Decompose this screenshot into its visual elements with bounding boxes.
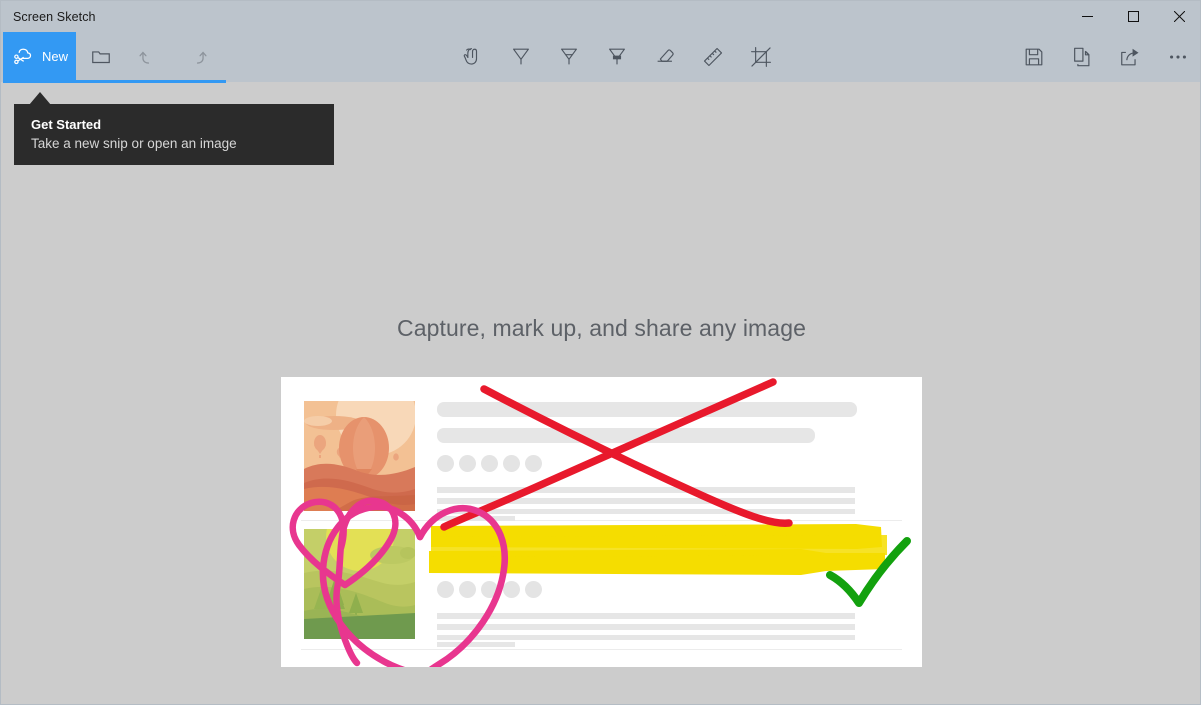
- get-started-callout[interactable]: Get Started Take a new snip or open an i…: [14, 104, 334, 165]
- open-file-icon: [92, 50, 110, 63]
- maximize-button[interactable]: [1110, 1, 1156, 32]
- ruler-icon: [703, 47, 723, 66]
- window-controls: [1064, 1, 1200, 32]
- ballpoint-pen-icon: [513, 48, 529, 64]
- share-button[interactable]: [1106, 32, 1154, 81]
- placeholder-line: [437, 624, 855, 630]
- placeholder-bar: [437, 402, 857, 417]
- placeholder-line: [437, 509, 855, 514]
- copy-button[interactable]: [1058, 32, 1106, 81]
- crop-icon: [751, 46, 771, 67]
- placeholder-dot: [525, 581, 542, 598]
- callout-title: Get Started: [31, 117, 102, 132]
- new-button[interactable]: New: [3, 32, 76, 81]
- touch-writing-icon: [463, 47, 478, 65]
- screen-sketch-window: Screen Sketch New Get Started Take a new…: [0, 0, 1201, 705]
- placeholder-bar: [437, 555, 815, 570]
- more-icon: [1170, 54, 1186, 59]
- undo-icon: [139, 51, 150, 64]
- green-hills-thumbnail: [304, 529, 415, 639]
- open-file-button[interactable]: [77, 32, 125, 81]
- copy-icon: [1074, 47, 1090, 66]
- ruler-button[interactable]: [689, 32, 737, 81]
- pencil-icon: [561, 48, 577, 64]
- snip-scissors-cloud-icon: [12, 45, 35, 68]
- touch-writing-button[interactable]: [449, 32, 497, 81]
- window-title: Screen Sketch: [13, 9, 96, 24]
- card-divider: [301, 520, 902, 521]
- placeholder-dot: [459, 455, 476, 472]
- placeholder-line: [437, 642, 515, 647]
- placeholder-line: [437, 635, 855, 640]
- placeholder-line: [437, 613, 855, 619]
- placeholder-dot: [437, 455, 454, 472]
- placeholder-dot: [437, 581, 454, 598]
- placeholder-dot: [525, 455, 542, 472]
- placeholder-bar: [437, 428, 815, 443]
- crop-button[interactable]: [737, 32, 785, 81]
- share-icon: [1121, 48, 1139, 65]
- new-button-label: New: [42, 49, 69, 64]
- placeholder-dot: [459, 581, 476, 598]
- minimize-icon: [1081, 16, 1093, 17]
- close-button[interactable]: [1156, 1, 1200, 32]
- card-divider-bottom: [301, 649, 902, 650]
- hero-headline: Capture, mark up, and share any image: [397, 315, 806, 341]
- ballpoint-pen-button[interactable]: [497, 32, 545, 81]
- desert-balloon-thumbnail: [304, 401, 415, 511]
- save-button[interactable]: [1010, 32, 1058, 81]
- placeholder-dot: [481, 455, 498, 472]
- pencil-button[interactable]: [545, 32, 593, 81]
- undo-button[interactable]: [125, 32, 173, 81]
- title-bar: Screen Sketch: [1, 1, 1200, 32]
- placeholder-line: [437, 498, 855, 504]
- eraser-icon: [657, 48, 674, 62]
- highlighter-button[interactable]: [593, 32, 641, 81]
- minimize-button[interactable]: [1064, 1, 1110, 32]
- highlighter-icon: [609, 48, 625, 64]
- placeholder-dot: [503, 581, 520, 598]
- close-icon: [1173, 11, 1185, 22]
- placeholder-bar: [437, 529, 857, 544]
- placeholder-line: [437, 516, 515, 521]
- placeholder-line: [437, 487, 855, 493]
- callout-subtitle: Take a new snip or open an image: [31, 136, 237, 151]
- redo-icon: [196, 51, 207, 64]
- placeholder-dot: [503, 455, 520, 472]
- more-button[interactable]: [1154, 32, 1200, 81]
- redo-button[interactable]: [173, 32, 221, 81]
- illustration-card: [281, 377, 922, 667]
- placeholder-dot: [481, 581, 498, 598]
- eraser-button[interactable]: [641, 32, 689, 81]
- maximize-icon: [1127, 11, 1139, 22]
- save-icon: [1025, 48, 1043, 65]
